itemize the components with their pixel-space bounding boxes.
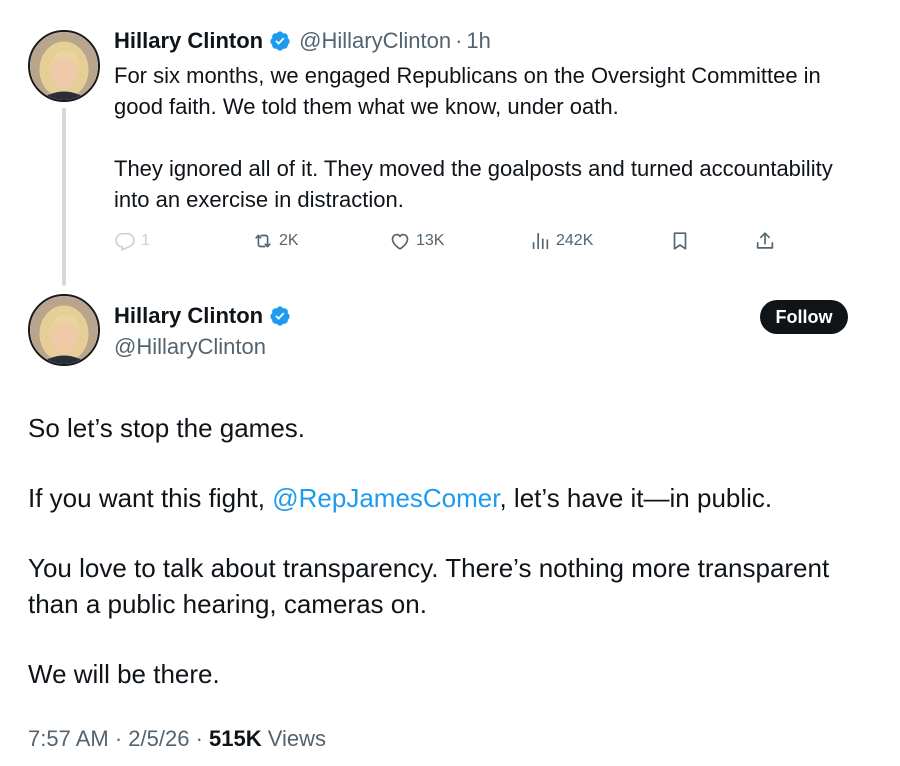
reply-action-bar: 1 2K 13K 242K <box>114 226 794 256</box>
reply-author-name[interactable]: Hillary Clinton <box>114 28 263 54</box>
reply-timestamp[interactable]: 1h <box>466 28 490 54</box>
share-button[interactable] <box>754 226 776 256</box>
avatar-image <box>30 32 98 100</box>
meta-separator: · <box>114 726 123 751</box>
like-count: 13K <box>416 232 445 249</box>
main-paragraph: You love to talk about transparency. The… <box>28 553 830 619</box>
like-icon <box>391 233 409 250</box>
retweet-button[interactable]: 2K <box>252 226 299 256</box>
tweet-date[interactable]: 2/5/26 <box>128 726 189 751</box>
tweet-time[interactable]: 7:57 AM <box>28 726 109 751</box>
views-count: 515K <box>209 726 262 751</box>
views-label: Views <box>267 726 327 751</box>
tweet-meta: 7:57 AM · 2/5/26 · 515K Views <box>28 726 326 752</box>
reply-author-handle[interactable]: @HillaryClinton <box>299 28 451 54</box>
bookmark-icon <box>673 232 687 250</box>
paragraph-text: If you want this fight, <box>28 483 273 513</box>
main-paragraph: We will be there. <box>28 659 220 689</box>
bookmark-button[interactable] <box>669 226 691 256</box>
reply-tweet-text: For six months, we engaged Republicans o… <box>114 60 874 215</box>
follow-button[interactable]: Follow <box>760 300 848 334</box>
views-icon <box>532 232 549 250</box>
reply-count: 1 <box>141 232 150 249</box>
verified-badge-icon <box>269 305 291 327</box>
main-paragraph: If you want this fight, @RepJamesComer, … <box>28 480 868 516</box>
main-tweet-header: Hillary Clinton @HillaryClinton <box>114 300 291 360</box>
reply-paragraph: They ignored all of it. They moved the g… <box>114 156 833 212</box>
paragraph-text: , let’s have it—in public. <box>499 483 773 513</box>
reply-tweet-header: Hillary Clinton @HillaryClinton · 1h <box>114 26 491 56</box>
reply-button[interactable]: 1 <box>114 226 150 256</box>
views-button[interactable]: 242K <box>529 226 593 256</box>
avatar-image <box>30 296 98 364</box>
share-icon <box>756 232 774 249</box>
main-author-avatar[interactable] <box>28 294 100 366</box>
reply-author-avatar[interactable] <box>28 30 100 102</box>
main-author-name[interactable]: Hillary Clinton <box>114 303 263 329</box>
like-button[interactable]: 13K <box>389 226 444 256</box>
thread-connector-line <box>62 108 66 286</box>
main-author-handle[interactable]: @HillaryClinton <box>114 334 291 360</box>
verified-badge-icon <box>269 30 291 52</box>
main-paragraph: So let’s stop the games. <box>28 413 306 443</box>
main-tweet-text: So let’s stop the games. If you want thi… <box>28 410 868 692</box>
meta-separator: · <box>195 726 203 751</box>
retweet-count: 2K <box>279 232 299 249</box>
mention-link[interactable]: @RepJamesComer <box>272 483 499 513</box>
view-count: 242K <box>556 232 594 249</box>
reply-icon <box>115 232 135 251</box>
retweet-icon <box>255 234 271 248</box>
header-separator: · <box>455 28 463 53</box>
reply-paragraph: For six months, we engaged Republicans o… <box>114 63 821 119</box>
